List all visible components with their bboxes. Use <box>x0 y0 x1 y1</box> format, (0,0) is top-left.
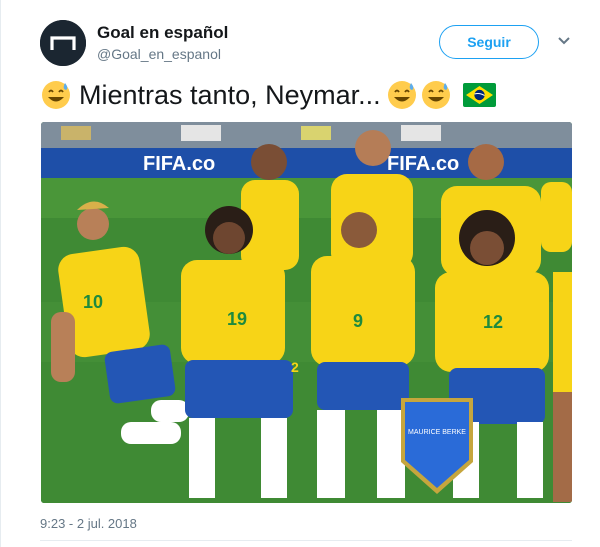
tweet-timestamp[interactable]: 9:23 - 2 jul. 2018 <box>40 516 137 531</box>
follow-button[interactable]: Seguir <box>439 25 539 59</box>
jersey-number-10: 10 <box>83 292 103 312</box>
tweet-media-image[interactable]: FIFA.co FIFA.co 10 19 9 2 12 MAURICE BER… <box>41 122 572 503</box>
account-handle[interactable]: @Goal_en_espanol <box>97 46 221 62</box>
chevron-down-icon[interactable] <box>557 36 571 46</box>
account-name[interactable]: Goal en español <box>97 23 228 43</box>
brazil-flag-icon <box>462 83 496 107</box>
jersey-number-12: 12 <box>483 312 503 332</box>
tweet-text-row: Mientras tanto, Neymar... <box>41 78 496 112</box>
tweet-text: Mientras tanto, Neymar... <box>79 79 381 110</box>
sweat-smile-emoji-icon <box>421 81 450 109</box>
divider <box>40 540 572 541</box>
tweet-card: Goal en español @Goal_en_espanol Seguir … <box>0 0 600 547</box>
pennant-text: MAURICE BERKE <box>408 429 466 436</box>
banner-text-right: FIFA.co <box>387 153 459 175</box>
jersey-number-19: 19 <box>227 309 247 329</box>
goal-logo-icon <box>40 20 86 66</box>
sweat-smile-emoji-icon <box>387 81 416 109</box>
jersey-number-2: 2 <box>291 359 299 375</box>
team-photo-image: FIFA.co FIFA.co 10 19 9 2 12 MAURICE BER… <box>41 122 572 503</box>
sweat-smile-emoji-icon <box>42 81 70 109</box>
banner-text-left: FIFA.co <box>143 153 215 175</box>
jersey-number-9: 9 <box>353 311 363 331</box>
avatar[interactable] <box>40 20 86 66</box>
